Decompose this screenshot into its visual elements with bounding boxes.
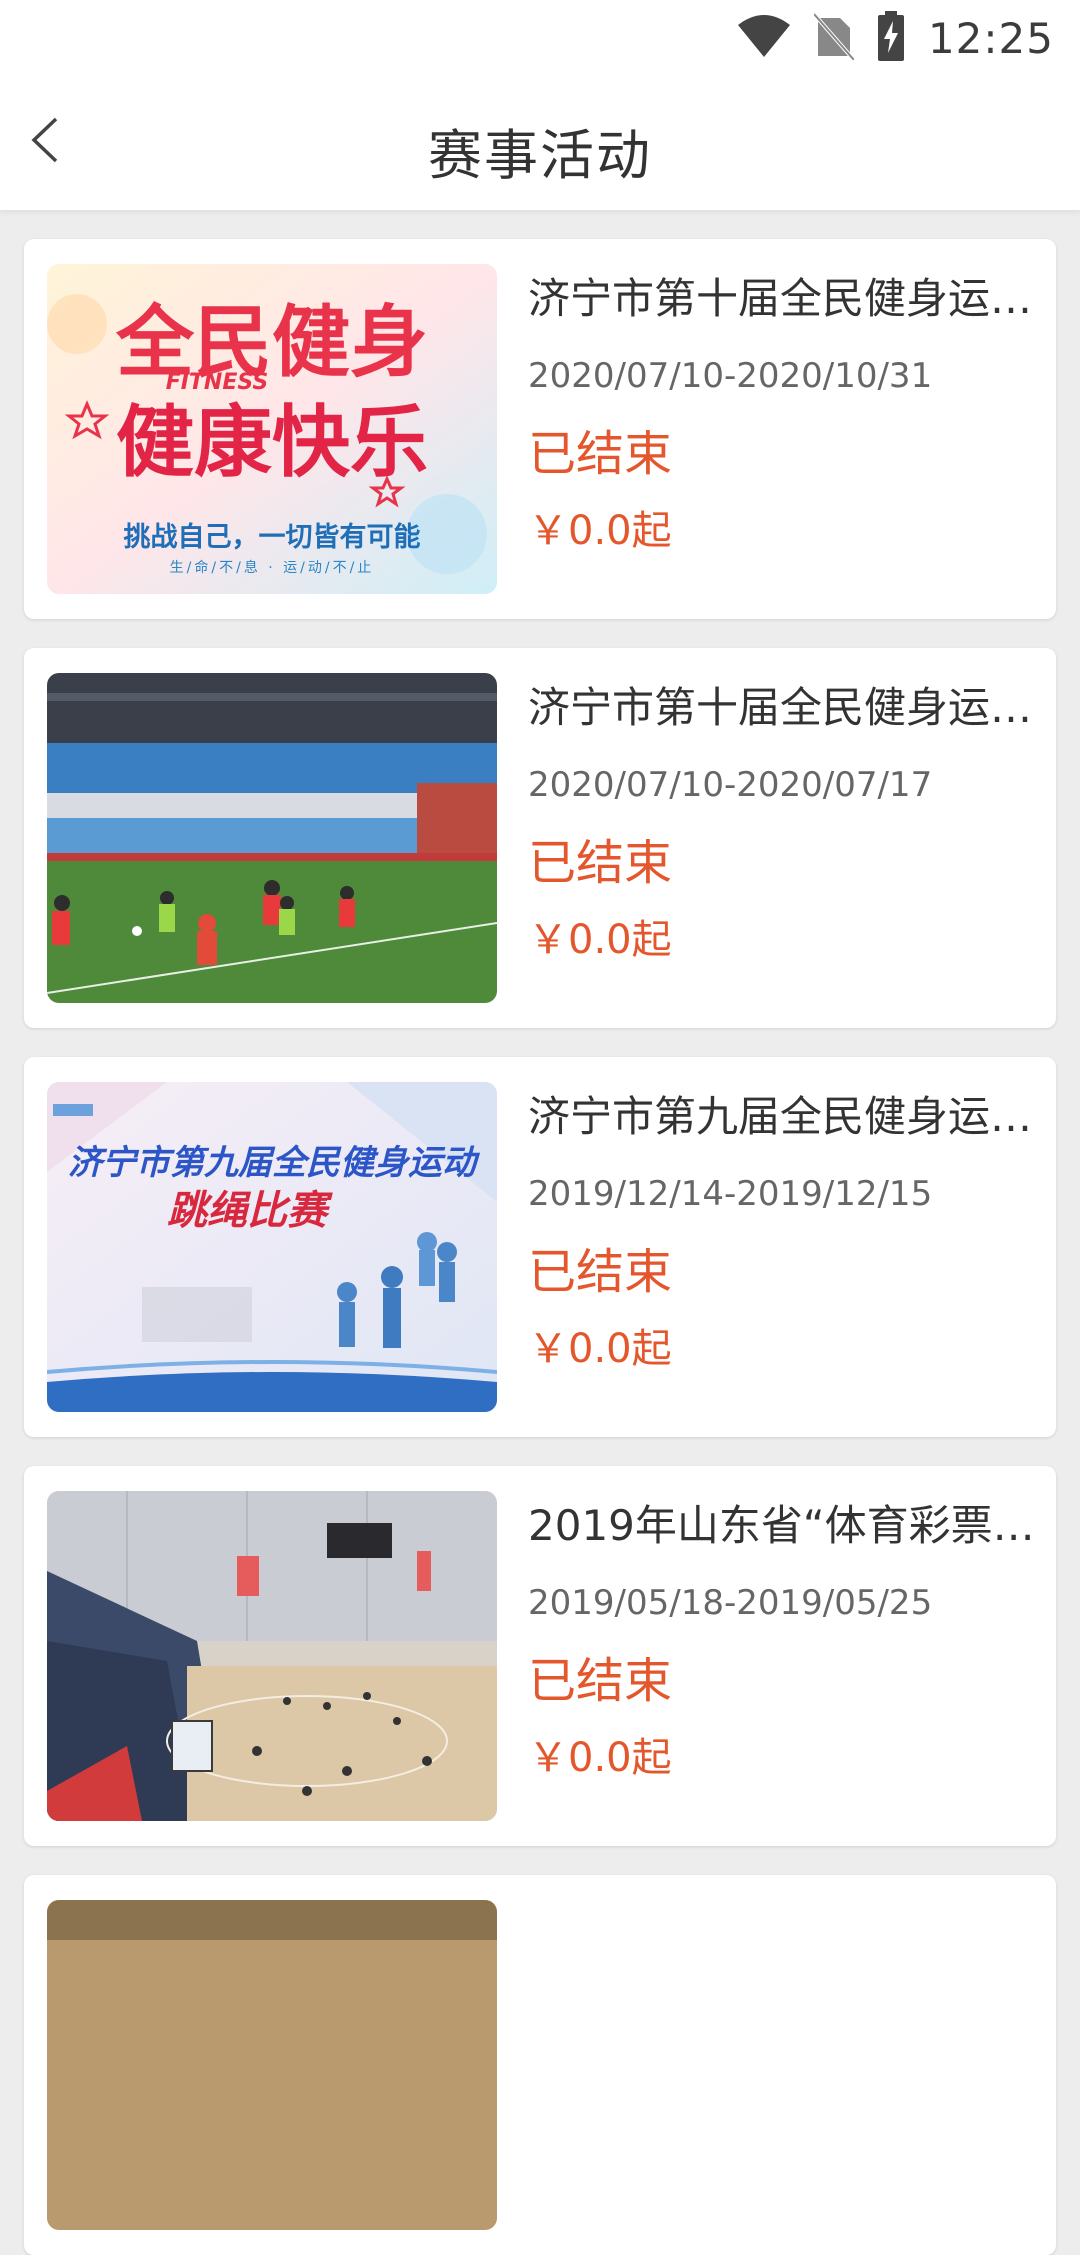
- event-date: 2020/07/10-2020/07/17: [528, 765, 933, 805]
- event-info: 济宁市第九届全民健身运动会 2019/12/14-2019/12/15 已结束 …: [528, 1087, 1038, 1377]
- no-sim-icon: [812, 12, 856, 64]
- event-card[interactable]: 全民健身 FITNESS 健康快乐 挑战自己，一切皆有可能 生/命/不/息 · …: [24, 239, 1056, 619]
- wifi-icon: [736, 13, 792, 63]
- header: 赛事活动: [0, 75, 1080, 211]
- status-time: 12:25: [927, 13, 1054, 63]
- event-photo-image: [47, 1491, 497, 1821]
- poster-slogan: 挑战自己，一切皆有可能: [124, 521, 421, 553]
- event-date: 2020/07/10-2020/10/31: [528, 356, 933, 396]
- event-photo-image: [47, 1900, 497, 2230]
- event-price: ￥0.0起: [528, 917, 672, 963]
- event-card[interactable]: 2019年山东省“体育彩票杯” 2019/05/18-2019/05/25 已结…: [24, 1466, 1056, 1846]
- event-title: 济宁市第十届全民健身运动会: [528, 683, 1038, 732]
- event-price: ￥0.0起: [528, 1326, 672, 1372]
- event-card[interactable]: 济宁市第九届全民健身运动 跳绳比赛 济宁市第九届全民健身运动会 2019/12/…: [24, 1057, 1056, 1437]
- poster-sub: 生/命/不/息 · 运/动/不/止: [170, 559, 375, 576]
- event-date: 2019/12/14-2019/12/15: [528, 1174, 933, 1214]
- event-info: 2019年山东省“体育彩票杯” 2019/05/18-2019/05/25 已结…: [528, 1496, 1038, 1786]
- event-photo-image: [47, 673, 497, 1003]
- event-price: ￥0.0起: [528, 508, 672, 554]
- event-info: 济宁市第十届全民健身运动会 2020/07/10-2020/10/31 已结束 …: [528, 269, 1038, 559]
- status-icons: 12:25: [736, 8, 1054, 68]
- event-card[interactable]: [24, 1875, 1056, 2255]
- poster-line1: 全民健身: [115, 298, 428, 388]
- event-status: 已结束: [528, 1653, 673, 1709]
- poster-line2: 跳绳比赛: [167, 1188, 333, 1234]
- event-title: 济宁市第十届全民健身运动会: [528, 274, 1038, 323]
- event-price: ￥0.0起: [528, 1735, 672, 1781]
- event-info: 济宁市第十届全民健身运动会 2020/07/10-2020/07/17 已结束 …: [528, 678, 1038, 968]
- battery-charging-icon: [876, 11, 906, 65]
- event-title: 2019年山东省“体育彩票杯”: [528, 1501, 1038, 1550]
- event-status: 已结束: [528, 426, 673, 482]
- event-status: 已结束: [528, 835, 673, 891]
- poster-en: FITNESS: [166, 370, 269, 395]
- poster-line1: 济宁市第九届全民健身运动: [68, 1143, 480, 1183]
- page-title: 赛事活动: [428, 124, 652, 187]
- status-bar: 12:25: [0, 0, 1080, 75]
- event-card[interactable]: 济宁市第十届全民健身运动会 2020/07/10-2020/07/17 已结束 …: [24, 648, 1056, 1028]
- poster-line2: 健康快乐: [116, 398, 428, 488]
- event-title: 济宁市第九届全民健身运动会: [528, 1092, 1038, 1141]
- event-status: 已结束: [528, 1244, 673, 1300]
- event-poster-image: 济宁市第九届全民健身运动 跳绳比赛: [47, 1082, 497, 1412]
- event-poster-image: 全民健身 FITNESS 健康快乐 挑战自己，一切皆有可能 生/命/不/息 · …: [47, 264, 497, 594]
- event-date: 2019/05/18-2019/05/25: [528, 1583, 933, 1623]
